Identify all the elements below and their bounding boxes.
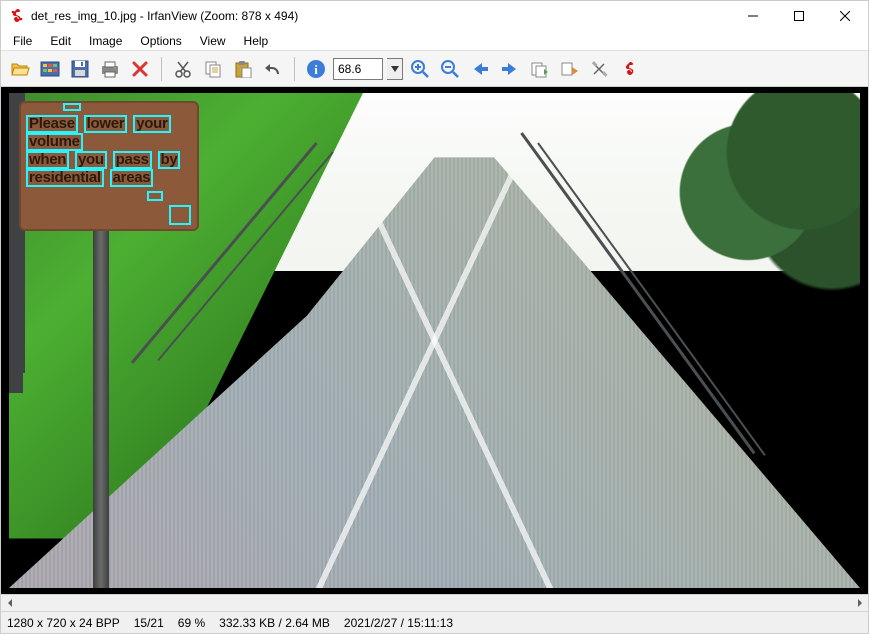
slideshow-button[interactable]: [37, 56, 63, 82]
toolbar-separator: [294, 57, 295, 81]
horizontal-scrollbar[interactable]: [1, 594, 868, 611]
scroll-left-button[interactable]: [1, 595, 18, 612]
park-sign: Please lower your volume when you pass b…: [19, 101, 199, 231]
sign-pole: [93, 231, 109, 588]
status-size: 332.33 KB / 2.64 MB: [219, 616, 330, 630]
statusbar: 1280 x 720 x 24 BPP 15/21 69 % 332.33 KB…: [1, 611, 868, 633]
save-button[interactable]: [67, 56, 93, 82]
status-index: 15/21: [134, 616, 164, 630]
status-datetime: 2021/2/27 / 15:11:13: [344, 616, 453, 630]
about-button[interactable]: [617, 56, 643, 82]
toolbar: i: [1, 51, 868, 87]
print-button[interactable]: [97, 56, 123, 82]
copy-button[interactable]: [200, 56, 226, 82]
copy-to-button[interactable]: [527, 56, 553, 82]
toolbar-separator: [161, 57, 162, 81]
menubar: File Edit Image Options View Help: [1, 31, 868, 51]
minimize-button[interactable]: [730, 1, 776, 31]
status-zoom: 69 %: [178, 616, 205, 630]
menu-options[interactable]: Options: [132, 32, 189, 50]
image-viewport[interactable]: Please lower your volume when you pass b…: [1, 87, 868, 594]
prev-button[interactable]: [467, 56, 493, 82]
menu-help[interactable]: Help: [236, 32, 277, 50]
displayed-image: Please lower your volume when you pass b…: [9, 93, 860, 588]
sign-logo-icon: [169, 205, 191, 225]
menu-view[interactable]: View: [192, 32, 234, 50]
window-controls: [730, 1, 868, 31]
delete-button[interactable]: [127, 56, 153, 82]
cut-button[interactable]: [170, 56, 196, 82]
sign-text: Please lower your volume when you pass b…: [25, 115, 193, 187]
scroll-track[interactable]: [18, 595, 851, 612]
scroll-right-button[interactable]: [851, 595, 868, 612]
next-button[interactable]: [497, 56, 523, 82]
titlebar: det_res_img_10.jpg - IrfanView (Zoom: 87…: [1, 1, 868, 31]
undo-button[interactable]: [260, 56, 286, 82]
close-button[interactable]: [822, 1, 868, 31]
settings-button[interactable]: [587, 56, 613, 82]
info-button[interactable]: i: [303, 56, 329, 82]
svg-text:i: i: [314, 62, 318, 77]
status-dimensions: 1280 x 720 x 24 BPP: [7, 616, 120, 630]
maximize-button[interactable]: [776, 1, 822, 31]
menu-image[interactable]: Image: [81, 32, 130, 50]
zoom-dropdown[interactable]: [387, 58, 403, 80]
move-to-button[interactable]: [557, 56, 583, 82]
paste-button[interactable]: [230, 56, 256, 82]
zoom-out-button[interactable]: [437, 56, 463, 82]
window-title: det_res_img_10.jpg - IrfanView (Zoom: 87…: [31, 9, 730, 23]
menu-file[interactable]: File: [5, 32, 40, 50]
app-icon: [9, 8, 25, 24]
zoom-in-button[interactable]: [407, 56, 433, 82]
menu-edit[interactable]: Edit: [42, 32, 79, 50]
zoom-input[interactable]: [333, 58, 383, 80]
open-button[interactable]: [7, 56, 33, 82]
